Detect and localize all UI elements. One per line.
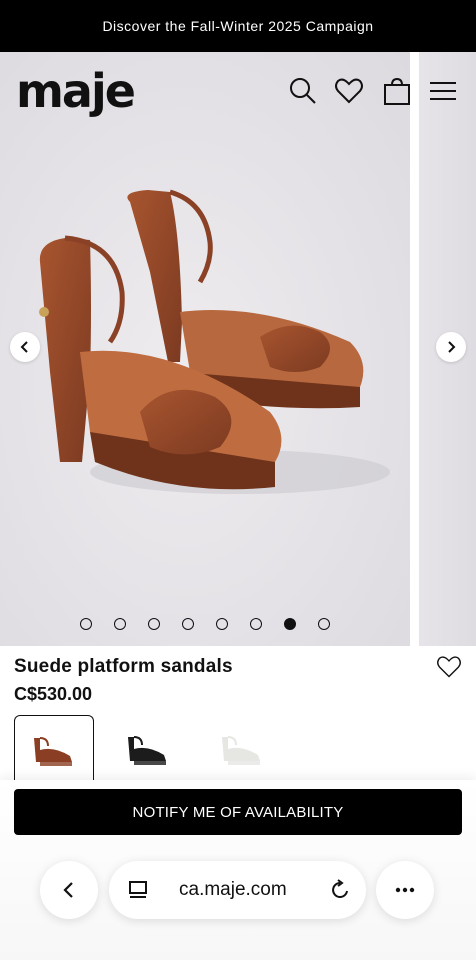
gallery-dot[interactable] [114, 618, 126, 630]
brand-logo[interactable]: maje [16, 68, 136, 114]
promo-banner[interactable]: Discover the Fall-Winter 2025 Campaign [0, 0, 476, 52]
chevron-right-icon [448, 341, 456, 353]
prev-image-button[interactable] [10, 332, 40, 362]
gallery-pagination [0, 618, 410, 630]
product-title: Suede platform sandals [14, 656, 233, 677]
gallery-dot[interactable] [284, 618, 296, 630]
url-text[interactable]: ca.maje.com [179, 879, 287, 901]
search-icon[interactable] [288, 76, 318, 106]
tabs-icon[interactable] [127, 879, 149, 901]
next-image-button[interactable] [436, 332, 466, 362]
gallery-dot[interactable] [182, 618, 194, 630]
browser-more-button[interactable] [376, 861, 434, 919]
bag-icon[interactable] [382, 76, 412, 106]
sandal-thumbnail [34, 736, 72, 766]
product-gallery[interactable]: maje [0, 52, 476, 646]
notify-label: NOTIFY ME OF AVAILABILITY [132, 803, 344, 821]
reload-icon[interactable] [328, 878, 352, 902]
product-price: C$530.00 [14, 684, 93, 704]
color-swatch-black[interactable] [108, 715, 188, 785]
gallery-dot[interactable] [250, 618, 262, 630]
color-swatch-brown[interactable] [14, 715, 94, 785]
add-to-wishlist-heart-icon[interactable] [436, 654, 462, 680]
color-swatch-white[interactable] [202, 715, 282, 785]
product-photo-sandals [39, 189, 390, 494]
more-dots-icon [395, 887, 415, 893]
browser-back-button[interactable] [40, 861, 98, 919]
sandal-thumbnail [128, 736, 166, 765]
chevron-left-icon [20, 341, 28, 353]
gallery-dot[interactable] [318, 618, 330, 630]
notify-availability-button[interactable]: NOTIFY ME OF AVAILABILITY [14, 789, 462, 835]
menu-icon[interactable] [428, 76, 458, 106]
gallery-dot[interactable] [148, 618, 160, 630]
heart-icon[interactable] [334, 76, 364, 106]
gallery-dot[interactable] [80, 618, 92, 630]
chevron-left-icon [63, 882, 73, 898]
promo-text: Discover the Fall-Winter 2025 Campaign [102, 18, 374, 34]
sandal-thumbnail [222, 736, 260, 765]
gallery-dot[interactable] [216, 618, 228, 630]
product-image-main[interactable] [0, 52, 410, 646]
browser-address-bar[interactable]: ca.maje.com [109, 861, 366, 919]
color-swatches [14, 715, 282, 785]
